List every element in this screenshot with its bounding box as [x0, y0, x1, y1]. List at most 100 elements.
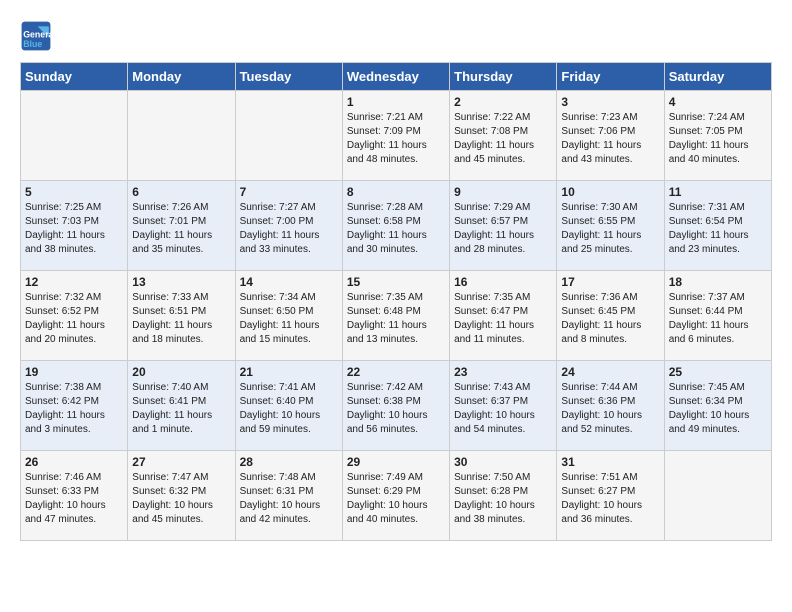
day-number: 14 — [240, 275, 338, 289]
day-number: 30 — [454, 455, 552, 469]
calendar-cell: 1Sunrise: 7:21 AM Sunset: 7:09 PM Daylig… — [342, 91, 449, 181]
day-number: 28 — [240, 455, 338, 469]
logo-icon: General Blue — [20, 20, 52, 52]
calendar-week-row: 19 Sunrise: 7:38 AM Sunset: 6:42 PM Dayli… — [21, 361, 772, 451]
day-info: Sunrise: 7:48 AM Sunset: 6:31 PM Dayligh… — [240, 471, 338, 527]
day-info: Sunrise: 7:35 AM Sunset: 6:47 PM Dayligh… — [454, 291, 552, 347]
day-info: Sunrise: 7:50 AM Sunset: 6:28 PM Dayligh… — [454, 471, 552, 527]
day-number: 26 — [25, 455, 123, 469]
header-tuesday: Tuesday — [235, 63, 342, 91]
day-info: Sunrise: 7:24 AM Sunset: 7:05 PM Dayligh… — [669, 111, 767, 167]
calendar-cell: 29 Sunrise: 7:49 AM Sunset: 6:29 PM Dayli… — [342, 451, 449, 541]
day-info: Sunrise: 7:37 AM Sunset: 6:44 PM Dayligh… — [669, 291, 767, 347]
day-info: Sunrise: 7:45 AM Sunset: 6:34 PM Dayligh… — [669, 381, 767, 437]
day-info: Sunrise: 7:49 AM Sunset: 6:29 PM Dayligh… — [347, 471, 445, 527]
day-info: Sunrise: 7:43 AM Sunset: 6:37 PM Dayligh… — [454, 381, 552, 437]
calendar-cell: 14 Sunrise: 7:34 AM Sunset: 6:50 PM Dayli… — [235, 271, 342, 361]
calendar-cell: 7 Sunrise: 7:27 AM Sunset: 7:00 PM Daylig… — [235, 181, 342, 271]
calendar-week-row: 1Sunrise: 7:21 AM Sunset: 7:09 PM Daylig… — [21, 91, 772, 181]
day-number: 20 — [132, 365, 230, 379]
day-number: 18 — [669, 275, 767, 289]
calendar-cell: 11Sunrise: 7:31 AM Sunset: 6:54 PM Dayli… — [664, 181, 771, 271]
svg-text:General: General — [23, 30, 52, 40]
day-info: Sunrise: 7:26 AM Sunset: 7:01 PM Dayligh… — [132, 201, 230, 257]
day-number: 21 — [240, 365, 338, 379]
day-info: Sunrise: 7:41 AM Sunset: 6:40 PM Dayligh… — [240, 381, 338, 437]
day-info: Sunrise: 7:47 AM Sunset: 6:32 PM Dayligh… — [132, 471, 230, 527]
calendar-week-row: 5Sunrise: 7:25 AM Sunset: 7:03 PM Daylig… — [21, 181, 772, 271]
calendar-cell: 31 Sunrise: 7:51 AM Sunset: 6:27 PM Dayli… — [557, 451, 664, 541]
header-monday: Monday — [128, 63, 235, 91]
day-number: 6 — [132, 185, 230, 199]
calendar-cell: 12 Sunrise: 7:32 AM Sunset: 6:52 PM Dayli… — [21, 271, 128, 361]
calendar-week-row: 12 Sunrise: 7:32 AM Sunset: 6:52 PM Dayli… — [21, 271, 772, 361]
day-number: 22 — [347, 365, 445, 379]
day-number: 25 — [669, 365, 767, 379]
calendar-header-row: SundayMondayTuesdayWednesdayThursdayFrid… — [21, 63, 772, 91]
day-info: Sunrise: 7:40 AM Sunset: 6:41 PM Dayligh… — [132, 381, 230, 437]
header-wednesday: Wednesday — [342, 63, 449, 91]
calendar-cell: 28 Sunrise: 7:48 AM Sunset: 6:31 PM Dayli… — [235, 451, 342, 541]
logo: General Blue — [20, 20, 52, 52]
day-number: 3 — [561, 95, 659, 109]
day-info: Sunrise: 7:33 AM Sunset: 6:51 PM Dayligh… — [132, 291, 230, 347]
calendar-cell: 5Sunrise: 7:25 AM Sunset: 7:03 PM Daylig… — [21, 181, 128, 271]
day-info: Sunrise: 7:36 AM Sunset: 6:45 PM Dayligh… — [561, 291, 659, 347]
day-info: Sunrise: 7:28 AM Sunset: 6:58 PM Dayligh… — [347, 201, 445, 257]
day-number: 17 — [561, 275, 659, 289]
calendar-cell — [128, 91, 235, 181]
day-number: 4 — [669, 95, 767, 109]
calendar-cell: 20 Sunrise: 7:40 AM Sunset: 6:41 PM Dayli… — [128, 361, 235, 451]
day-info: Sunrise: 7:42 AM Sunset: 6:38 PM Dayligh… — [347, 381, 445, 437]
calendar-cell: 25 Sunrise: 7:45 AM Sunset: 6:34 PM Dayli… — [664, 361, 771, 451]
day-number: 13 — [132, 275, 230, 289]
day-info: Sunrise: 7:34 AM Sunset: 6:50 PM Dayligh… — [240, 291, 338, 347]
day-number: 27 — [132, 455, 230, 469]
day-number: 10 — [561, 185, 659, 199]
calendar-cell: 13 Sunrise: 7:33 AM Sunset: 6:51 PM Dayli… — [128, 271, 235, 361]
day-info: Sunrise: 7:35 AM Sunset: 6:48 PM Dayligh… — [347, 291, 445, 347]
calendar-cell: 19 Sunrise: 7:38 AM Sunset: 6:42 PM Dayli… — [21, 361, 128, 451]
day-number: 19 — [25, 365, 123, 379]
calendar-table: SundayMondayTuesdayWednesdayThursdayFrid… — [20, 62, 772, 541]
day-info: Sunrise: 7:51 AM Sunset: 6:27 PM Dayligh… — [561, 471, 659, 527]
page-header: General Blue — [20, 20, 772, 52]
calendar-week-row: 26 Sunrise: 7:46 AM Sunset: 6:33 PM Dayli… — [21, 451, 772, 541]
calendar-cell: 15Sunrise: 7:35 AM Sunset: 6:48 PM Dayli… — [342, 271, 449, 361]
calendar-cell: 27 Sunrise: 7:47 AM Sunset: 6:32 PM Dayli… — [128, 451, 235, 541]
day-number: 12 — [25, 275, 123, 289]
calendar-cell: 16 Sunrise: 7:35 AM Sunset: 6:47 PM Dayli… — [450, 271, 557, 361]
day-number: 7 — [240, 185, 338, 199]
day-number: 5 — [25, 185, 123, 199]
day-info: Sunrise: 7:22 AM Sunset: 7:08 PM Dayligh… — [454, 111, 552, 167]
day-number: 23 — [454, 365, 552, 379]
day-number: 29 — [347, 455, 445, 469]
day-number: 2 — [454, 95, 552, 109]
day-info: Sunrise: 7:29 AM Sunset: 6:57 PM Dayligh… — [454, 201, 552, 257]
calendar-cell: 9Sunrise: 7:29 AM Sunset: 6:57 PM Daylig… — [450, 181, 557, 271]
day-number: 24 — [561, 365, 659, 379]
calendar-cell — [664, 451, 771, 541]
header-saturday: Saturday — [664, 63, 771, 91]
calendar-cell: 4 Sunrise: 7:24 AM Sunset: 7:05 PM Daylig… — [664, 91, 771, 181]
calendar-cell — [235, 91, 342, 181]
calendar-cell: 6 Sunrise: 7:26 AM Sunset: 7:01 PM Daylig… — [128, 181, 235, 271]
calendar-cell: 8 Sunrise: 7:28 AM Sunset: 6:58 PM Daylig… — [342, 181, 449, 271]
day-number: 1 — [347, 95, 445, 109]
day-info: Sunrise: 7:44 AM Sunset: 6:36 PM Dayligh… — [561, 381, 659, 437]
day-number: 31 — [561, 455, 659, 469]
day-info: Sunrise: 7:46 AM Sunset: 6:33 PM Dayligh… — [25, 471, 123, 527]
day-info: Sunrise: 7:38 AM Sunset: 6:42 PM Dayligh… — [25, 381, 123, 437]
calendar-cell: 10 Sunrise: 7:30 AM Sunset: 6:55 PM Dayli… — [557, 181, 664, 271]
day-number: 16 — [454, 275, 552, 289]
calendar-cell: 30 Sunrise: 7:50 AM Sunset: 6:28 PM Dayli… — [450, 451, 557, 541]
day-info: Sunrise: 7:32 AM Sunset: 6:52 PM Dayligh… — [25, 291, 123, 347]
calendar-cell: 26 Sunrise: 7:46 AM Sunset: 6:33 PM Dayli… — [21, 451, 128, 541]
calendar-cell: 17 Sunrise: 7:36 AM Sunset: 6:45 PM Dayli… — [557, 271, 664, 361]
calendar-cell: 2 Sunrise: 7:22 AM Sunset: 7:08 PM Daylig… — [450, 91, 557, 181]
day-info: Sunrise: 7:27 AM Sunset: 7:00 PM Dayligh… — [240, 201, 338, 257]
header-sunday: Sunday — [21, 63, 128, 91]
day-info: Sunrise: 7:30 AM Sunset: 6:55 PM Dayligh… — [561, 201, 659, 257]
calendar-cell: 24 Sunrise: 7:44 AM Sunset: 6:36 PM Dayli… — [557, 361, 664, 451]
day-number: 8 — [347, 185, 445, 199]
